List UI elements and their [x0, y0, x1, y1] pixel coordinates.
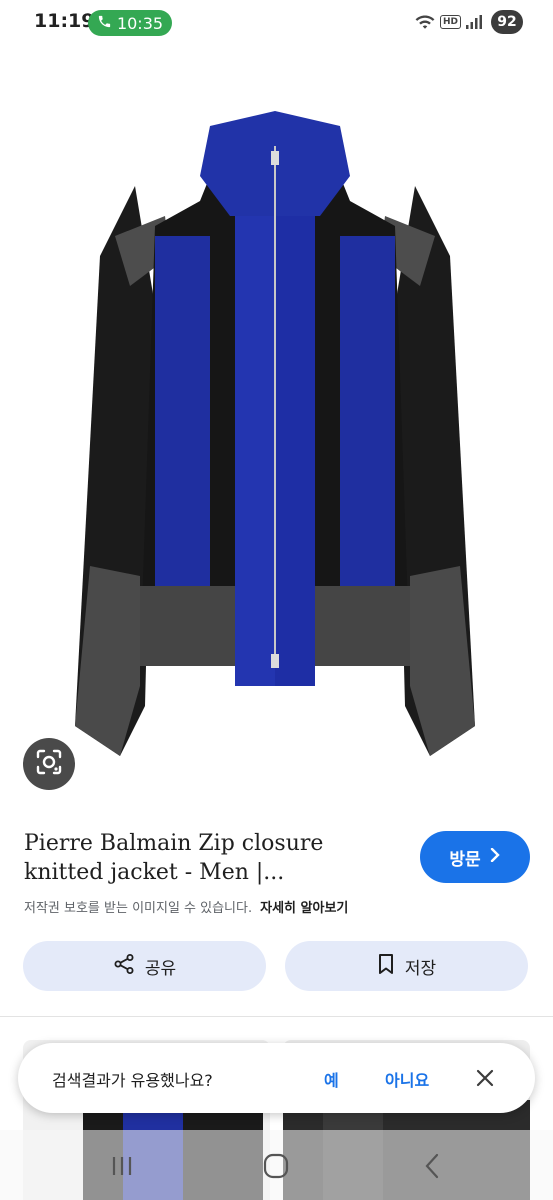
feedback-no-button[interactable]: 아니요 — [385, 1067, 429, 1091]
chevron-right-icon — [489, 847, 501, 867]
product-title[interactable]: Pierre Balmain Zip closure knitted jacke… — [24, 829, 394, 887]
share-button[interactable]: 공유 — [23, 941, 266, 991]
feedback-card: 검색결과가 유용했나요? 예 아니요 — [18, 1043, 535, 1113]
learn-more-link[interactable]: 자세히 알아보기 — [260, 901, 348, 916]
navigation-bar — [0, 1130, 553, 1200]
status-time: 11:19 — [34, 10, 95, 32]
visit-button[interactable]: 방문 — [420, 831, 530, 883]
save-label: 저장 — [404, 958, 437, 979]
status-icons: HD 92 — [414, 10, 523, 34]
feedback-yes-button[interactable]: 예 — [324, 1067, 339, 1091]
feedback-question: 검색결과가 유용했나요? — [52, 1071, 213, 1090]
close-icon[interactable] — [475, 1068, 495, 1088]
copyright-text: 저작권 보호를 받는 이미지일 수 있습니다. — [24, 901, 253, 916]
battery-indicator: 92 — [491, 10, 523, 34]
network-badge: HD — [439, 15, 461, 29]
call-duration: 10:35 — [116, 13, 164, 33]
wifi-icon — [414, 13, 436, 31]
visit-label: 방문 — [449, 849, 481, 870]
divider — [0, 1016, 553, 1017]
product-image[interactable] — [0, 46, 553, 816]
lens-button[interactable] — [23, 738, 75, 790]
share-icon — [113, 953, 135, 980]
phone-icon — [97, 14, 112, 33]
lens-icon — [35, 748, 63, 780]
ongoing-call-chip[interactable]: 10:35 — [88, 10, 172, 36]
copyright-notice: 저작권 보호를 받는 이미지일 수 있습니다. 자세히 알아보기 — [24, 897, 348, 916]
bookmark-icon — [377, 953, 395, 980]
status-bar: 11:19 10:35 HD 92 — [0, 0, 553, 46]
back-icon[interactable] — [418, 1152, 446, 1180]
share-label: 공유 — [144, 958, 177, 979]
recent-apps-icon[interactable] — [108, 1152, 136, 1180]
jacket-image — [75, 111, 475, 756]
signal-icon — [465, 14, 483, 30]
save-button[interactable]: 저장 — [285, 941, 528, 991]
home-icon[interactable] — [262, 1152, 290, 1180]
